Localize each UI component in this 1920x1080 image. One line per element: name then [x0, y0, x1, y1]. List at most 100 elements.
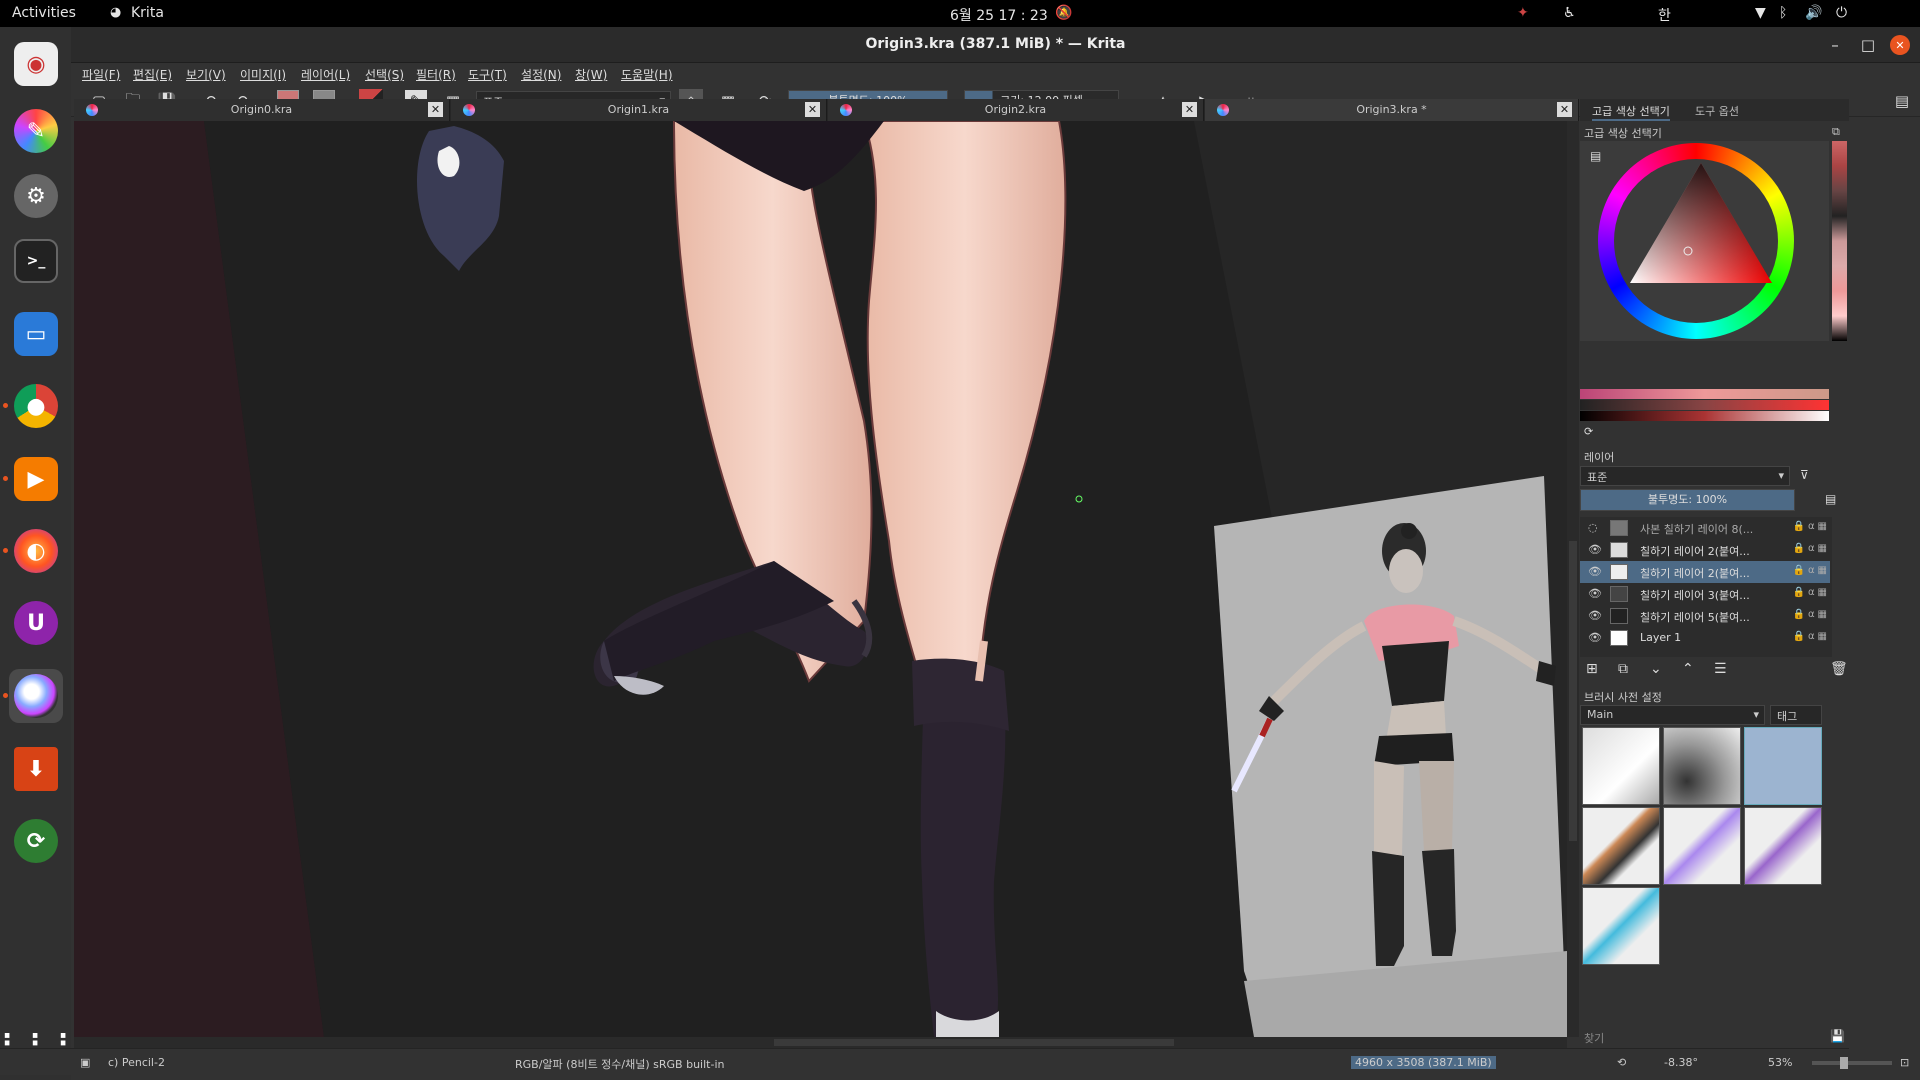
layer-flags[interactable]: 🔒α▦ [1793, 565, 1831, 576]
volume-icon[interactable]: 🔊 [1805, 5, 1822, 21]
brush-preset-icon[interactable]: ▣ [80, 1056, 90, 1069]
activities-button[interactable]: Activities [12, 5, 76, 21]
color-selector[interactable]: ▤ [1580, 141, 1829, 341]
tab-origin2[interactable]: Origin2.kra ✕ [828, 99, 1204, 121]
layer-row[interactable]: 👁 칠하기 레이어 2(붙여... 🔒α▦ [1580, 539, 1830, 561]
power-icon[interactable]: ⏻ [1836, 5, 1847, 21]
vertical-scrollbar[interactable] [1567, 121, 1579, 1037]
fit-view-icon[interactable]: ⊡ [1900, 1056, 1909, 1069]
add-layer-icon[interactable]: ⊞ [1586, 661, 1598, 677]
close-tab-icon[interactable]: ✕ [428, 102, 443, 117]
bluetooth-icon[interactable]: ᛒ [1779, 5, 1787, 21]
brush-preset-pencil-selected[interactable] [1744, 727, 1822, 805]
dock-krita[interactable] [3, 669, 63, 723]
brush-preset-eraser[interactable] [1582, 727, 1660, 805]
menu-settings[interactable]: 설정(N) [521, 66, 561, 83]
scrollbar-thumb[interactable] [774, 1039, 1174, 1046]
layer-flags[interactable]: 🔒α▦ [1793, 631, 1831, 642]
layer-row[interactable]: ◌ 사본 칠하기 레이어 8(... 🔒α▦ [1580, 517, 1830, 539]
tab-origin3[interactable]: Origin3.kra * ✕ [1205, 99, 1579, 121]
menu-image[interactable]: 이미지(I) [240, 66, 286, 83]
saturation-slider[interactable] [1580, 400, 1829, 410]
menu-view[interactable]: 보기(V) [186, 66, 226, 83]
maximize-button[interactable]: □ [1858, 35, 1878, 55]
layer-flags[interactable]: 🔒α▦ [1793, 609, 1831, 620]
hue-slider[interactable] [1580, 389, 1829, 399]
dock-settings[interactable]: ⚙ [9, 169, 63, 223]
app-menu-button[interactable]: Krita [131, 5, 164, 21]
eye-icon[interactable]: 👁 [1588, 587, 1602, 601]
layer-row-selected[interactable]: 👁 칠하기 레이어 2(붙여... 🔒α▦ [1580, 561, 1830, 583]
hidden-eye-icon[interactable]: ◌ [1588, 521, 1602, 535]
layer-flags[interactable]: 🔒α▦ [1793, 587, 1831, 598]
close-tab-icon[interactable]: ✕ [805, 102, 820, 117]
duplicate-layer-icon[interactable]: ⧉ [1618, 661, 1628, 677]
brush-preset-ink[interactable] [1582, 807, 1660, 885]
brush-preset-airbrush[interactable] [1663, 727, 1741, 805]
dock-media-player[interactable]: ▶ [3, 452, 63, 506]
dock-terminal[interactable]: >_ [9, 234, 63, 288]
move-down-icon[interactable]: ⌄ [1650, 661, 1662, 677]
layer-flags[interactable]: 🔒α▦ [1793, 543, 1831, 554]
save-icon[interactable]: 💾 [1830, 1029, 1845, 1043]
wifi-icon[interactable]: ▼ [1755, 5, 1766, 21]
dock-updater[interactable]: ⟳ [9, 814, 63, 868]
filter-icon[interactable]: ⊽ [1800, 468, 1809, 482]
zoom-slider-handle[interactable] [1840, 1057, 1848, 1069]
brush-preset-blender[interactable] [1582, 887, 1660, 965]
drawing-canvas[interactable] [74, 121, 1567, 1037]
close-button[interactable]: ✕ [1890, 35, 1910, 55]
horizontal-scrollbar[interactable] [74, 1037, 1567, 1048]
float-close-icon[interactable]: ⧉ [1832, 125, 1840, 139]
color-history-strip[interactable] [1832, 141, 1847, 341]
brush-tag-combo[interactable]: Main ▾ [1580, 705, 1765, 725]
layer-row[interactable]: 👁 칠하기 레이어 3(붙여... 🔒α▦ [1580, 583, 1830, 605]
reference-image[interactable] [1214, 476, 1567, 1037]
layer-flags[interactable]: 🔒α▦ [1793, 521, 1831, 532]
dock-files[interactable]: ▭ [9, 307, 63, 361]
brush-preset-watercolor[interactable] [1663, 807, 1741, 885]
tab-advanced-color[interactable]: 고급 색상 선택기 [1592, 103, 1670, 121]
dock-upwork-app[interactable]: U [9, 596, 63, 650]
close-tab-icon[interactable]: ✕ [1557, 102, 1572, 117]
tab-origin1[interactable]: Origin1.kra ✕ [451, 99, 827, 121]
rotation-reset-icon[interactable]: ⟲ [1617, 1056, 1626, 1069]
menu-edit[interactable]: 편집(E) [133, 66, 172, 83]
dock-screenshot-app[interactable]: ◉ [9, 37, 63, 91]
docker-toggle-icon[interactable]: ▤ [1890, 89, 1914, 113]
delete-layer-icon[interactable]: 🗑 [1830, 661, 1848, 677]
clock[interactable]: 6월 25 17 : 23 [950, 5, 1048, 25]
tab-origin0[interactable]: Origin0.kra ✕ [74, 99, 450, 121]
layer-opacity-slider[interactable]: 불투명도: 100% [1580, 489, 1795, 511]
eye-icon[interactable]: 👁 [1588, 609, 1602, 623]
layer-row[interactable]: 👁 Layer 1 🔒α▦ [1580, 627, 1830, 649]
brush-preset-paint[interactable] [1744, 807, 1822, 885]
layer-blend-combo[interactable]: 표준 ▾ [1580, 466, 1790, 486]
close-tab-icon[interactable]: ✕ [1182, 102, 1197, 117]
brush-search-input[interactable]: 찾기 [1584, 1030, 1604, 1046]
eye-icon[interactable]: 👁 [1588, 631, 1602, 645]
menu-filter[interactable]: 필터(R) [416, 66, 456, 83]
dock-chrome[interactable]: ● [3, 379, 63, 433]
value-slider[interactable] [1580, 411, 1829, 421]
input-method-indicator[interactable]: 한 [1658, 5, 1671, 25]
minimize-button[interactable]: – [1825, 35, 1845, 55]
dock-downloader[interactable]: ⬇ [9, 742, 63, 796]
menu-window[interactable]: 창(W) [575, 66, 607, 83]
eye-icon[interactable]: 👁 [1588, 543, 1602, 557]
tag-button[interactable]: 태그 [1770, 705, 1822, 725]
layer-options-icon[interactable]: ☰ [1714, 661, 1727, 677]
layer-row[interactable]: 👁 칠하기 레이어 5(붙여... 🔒α▦ [1580, 605, 1830, 627]
color-picker-tray-icon[interactable]: ✦ [1517, 5, 1529, 21]
zoom-slider[interactable] [1812, 1057, 1892, 1069]
dock-drawing-app[interactable]: ✎ [9, 104, 63, 158]
menu-tools[interactable]: 도구(T) [468, 66, 507, 83]
saturation-triangle[interactable] [1580, 141, 1829, 341]
eye-icon[interactable]: 👁 [1588, 565, 1602, 579]
refresh-icon[interactable]: ⟳ [1584, 425, 1593, 438]
tab-tool-options[interactable]: 도구 옵션 [1695, 103, 1739, 119]
dock-firefox[interactable]: ◐ [3, 524, 63, 578]
accessibility-icon[interactable]: ♿ [1563, 5, 1576, 21]
move-up-icon[interactable]: ⌃ [1682, 661, 1694, 677]
layer-properties-icon[interactable]: ▤ [1825, 492, 1836, 506]
